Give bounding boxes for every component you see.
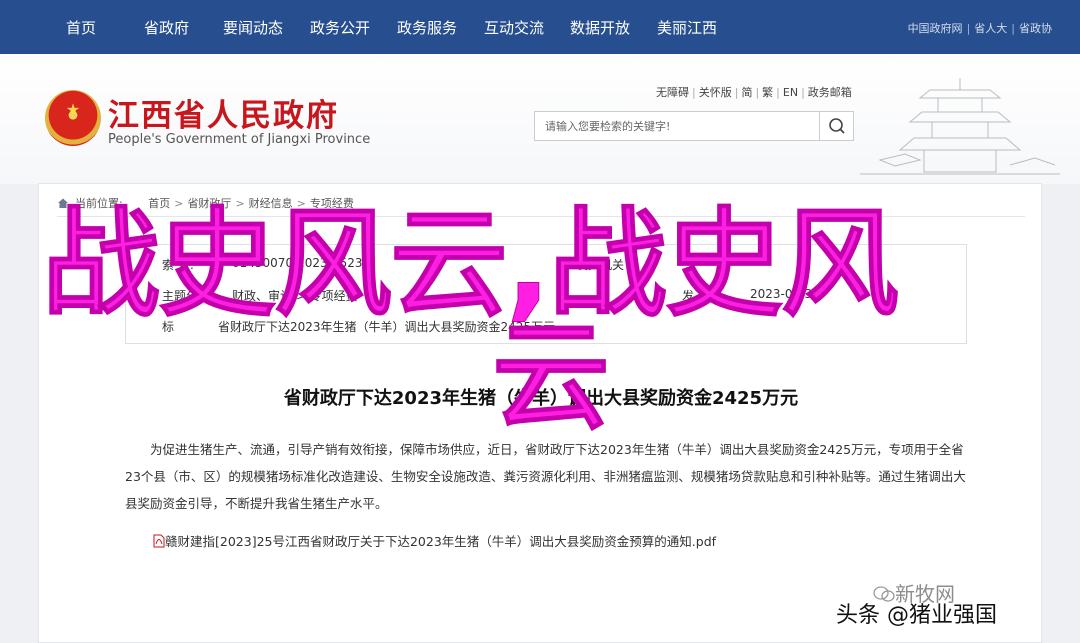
utility-links: 无障碍 | 关怀版 | 简 | 繁 | EN | 政务邮箱 xyxy=(656,84,852,100)
separator: | xyxy=(801,86,805,99)
source-credit: 头条 @猪业强国 xyxy=(836,603,997,628)
link-china-gov[interactable]: 中国政府网 xyxy=(908,22,963,35)
link-elderly-mode[interactable]: 关怀版 xyxy=(699,86,732,99)
overlay-caption-line-1: 战史风云,战史风 xyxy=(42,195,900,333)
link-provincial-congress[interactable]: 省人大 xyxy=(974,22,1007,35)
pagoda-illustration xyxy=(860,78,1060,175)
search-box xyxy=(534,111,854,141)
nav-item-beautiful-jiangxi[interactable]: 美丽江西 xyxy=(657,17,717,38)
link-accessibility[interactable]: 无障碍 xyxy=(656,86,689,99)
separator: | xyxy=(734,86,739,99)
separator: | xyxy=(692,86,696,99)
separator: | xyxy=(966,22,971,35)
emblem-icon: ★ xyxy=(45,90,101,146)
top-navigation-bar: 首页 省政府 要闻动态 政务公开 政务服务 互动交流 数据开放 美丽江西 中国政… xyxy=(0,0,1080,54)
link-traditional[interactable]: 繁 xyxy=(762,86,773,99)
top-external-links: 中国政府网 | 省人大 | 省政协 xyxy=(908,20,1052,36)
link-english[interactable]: EN xyxy=(783,86,798,99)
link-simplified[interactable]: 简 xyxy=(741,86,752,99)
nav-item-open-data[interactable]: 数据开放 xyxy=(570,17,630,38)
nav-item-province-government[interactable]: 省政府 xyxy=(144,17,189,38)
nav-item-interaction[interactable]: 互动交流 xyxy=(484,17,544,38)
article-body: 为促进生猪生产、流通，引导产销有效衔接，保障市场供应，近日，省财政厅下达2023… xyxy=(125,442,966,511)
overlay-caption-line-2: 云 xyxy=(491,308,611,446)
link-provincial-cppcc[interactable]: 省政协 xyxy=(1019,22,1052,35)
attachment-filename: 赣财建指[2023]25号江西省财政厅关于下达2023年生猪（牛羊）调出大县奖励… xyxy=(165,534,717,549)
site-subtitle: People's Government of Jiangxi Province xyxy=(108,132,371,147)
nav-item-home[interactable]: 首页 xyxy=(66,17,96,38)
search-input[interactable] xyxy=(535,112,819,140)
separator: | xyxy=(1011,22,1015,35)
search-button[interactable] xyxy=(819,112,853,140)
site-title[interactable]: 江西省人民政府 xyxy=(108,90,339,135)
separator: | xyxy=(776,86,780,99)
separator: | xyxy=(755,86,760,99)
nav-item-news[interactable]: 要闻动态 xyxy=(223,17,283,38)
attachment-link[interactable]: 赣财建指[2023]25号江西省财政厅关于下达2023年生猪（牛羊）调出大县奖励… xyxy=(153,531,716,550)
nav-item-government-affairs-disclosure[interactable]: 政务公开 xyxy=(310,17,370,38)
star-icon: ★ xyxy=(65,100,81,119)
nav-item-government-services[interactable]: 政务服务 xyxy=(397,17,457,38)
link-gov-mail[interactable]: 政务邮箱 xyxy=(808,86,852,99)
search-icon xyxy=(829,118,845,134)
pdf-icon xyxy=(153,534,165,548)
